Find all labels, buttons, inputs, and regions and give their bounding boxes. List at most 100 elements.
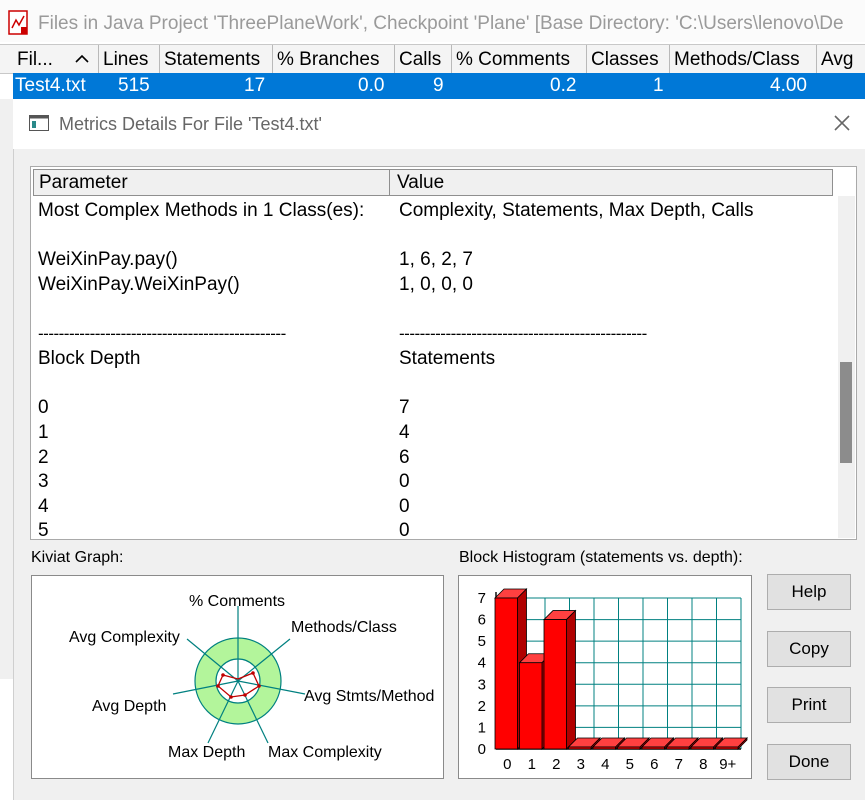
kiviat-axis-label: Max Complexity [268, 744, 382, 761]
histogram-y-tick-label: 4 [478, 655, 486, 672]
histogram-bar [543, 619, 567, 750]
list-item-value: 1, 6, 2, 7 [399, 249, 473, 270]
list-item: 4 [38, 496, 49, 517]
histogram-x-tick-label: 4 [601, 756, 609, 773]
column-header-branches[interactable]: % Branches [273, 45, 395, 73]
cell-comments: 0.2 [550, 75, 577, 96]
histogram-x-tick-label: 2 [552, 756, 560, 773]
kiviat-axis-label: % Comments [189, 593, 286, 610]
histogram-bar [715, 746, 739, 750]
list-item-value: 0 [399, 520, 410, 537]
cell-classes: 1 [653, 75, 664, 96]
histogram-x-tick-label: 8 [699, 756, 707, 773]
list-item-value: Statements [399, 348, 496, 369]
dialog-title-bar: Metrics Details For File 'Test4.txt' [13, 99, 865, 149]
kiviat-axis-label: Avg Depth [92, 698, 167, 715]
kiviat-caption: Kiviat Graph: [31, 549, 124, 566]
file-table-header: Fil... Lines Statements % Branches Calls… [0, 44, 865, 74]
kiviat-axis-label: Avg Stmts/Method [304, 688, 435, 705]
sort-ascending-icon [75, 54, 89, 63]
column-header-comments[interactable]: % Comments [452, 45, 587, 73]
list-item: 1 [38, 422, 49, 443]
histogram-bar [519, 662, 543, 750]
dialog-title: Metrics Details For File 'Test4.txt' [59, 114, 322, 134]
list-item: 0 [38, 397, 49, 418]
histogram-bar [494, 597, 518, 750]
histogram-y-tick-label: 2 [478, 698, 486, 715]
histogram-bar [568, 746, 592, 750]
list-item-value: 1, 0, 0, 0 [399, 274, 473, 295]
done-button[interactable]: Done [767, 744, 851, 780]
cell-file: Test4.txt [15, 75, 86, 96]
list-item-value: 4 [399, 422, 410, 443]
window-edge [0, 99, 13, 679]
list-item-value: Complexity, Statements, Max Depth, Calls [399, 200, 754, 221]
help-button[interactable]: Help [767, 574, 851, 610]
histogram-y-tick-label: 5 [478, 633, 486, 650]
list-item-value: 0 [399, 471, 410, 492]
list-item-value: 6 [399, 447, 410, 468]
kiviat-graph: % Comments Methods/Class Avg Stmts/Metho… [31, 575, 444, 779]
histogram-canvas: 012345670 1 2 3 4 5 6 7 8 9+ [478, 588, 748, 773]
window-title: Files in Java Project 'ThreePlaneWork', … [38, 13, 844, 34]
histogram-y-tick-label: 1 [478, 719, 486, 736]
block-histogram: 0 1 2 3 4 5 6 7 0 1 2 3 4 5 6 7 8 9+ [458, 575, 752, 779]
histogram-y-tick-label: 3 [478, 676, 486, 693]
list-item: 5 [38, 520, 49, 537]
histogram-x-tick-label: 3 [577, 756, 585, 773]
close-icon[interactable] [831, 112, 853, 134]
column-header-statements[interactable]: Statements [160, 45, 273, 73]
column-header-parameter[interactable]: Parameter [33, 169, 390, 195]
histogram-caption: Block Histogram (statements vs. depth): [459, 549, 743, 566]
list-item-value: 7 [399, 397, 410, 418]
histogram-x-tick-label: 5 [626, 756, 634, 773]
table-row[interactable]: Test4.txt 515 17 0.0 9 0.2 1 4.00 [13, 73, 865, 99]
histogram-x-tick-label: 0 [503, 756, 511, 773]
list-item-value: 0 [399, 496, 410, 517]
histogram-bar [617, 746, 641, 750]
scrollbar-thumb[interactable] [840, 362, 852, 463]
list-divider: ----------------------------------------… [38, 324, 286, 343]
window-title-bar: Files in Java Project 'ThreePlaneWork', … [0, 0, 865, 42]
cell-calls: 9 [433, 75, 444, 96]
kiviat-axis-label: Avg Complexity [69, 629, 180, 646]
list-item: WeiXinPay.WeiXinPay() [38, 274, 240, 295]
window-icon [29, 115, 49, 131]
histogram-y-tick-label: 0 [478, 741, 486, 758]
list-item: 3 [38, 471, 49, 492]
kiviat-axis-label: Methods/Class [291, 619, 397, 636]
histogram-bar-side [566, 609, 576, 750]
cell-lines: 515 [118, 75, 150, 96]
histogram-y-tick-label: 6 [478, 612, 486, 629]
kiviat-axis-label: Max Depth [168, 744, 246, 761]
column-header-lines[interactable]: Lines [99, 45, 160, 73]
column-header-label: Fil... [17, 49, 53, 70]
document-chart-icon [8, 10, 28, 35]
list-item: 2 [38, 447, 49, 468]
histogram-bar [592, 746, 616, 750]
cell-methods-class: 4.00 [770, 75, 807, 96]
histogram-bar [641, 746, 665, 750]
column-header-classes[interactable]: Classes [587, 45, 670, 73]
column-header-value[interactable]: Value [390, 169, 833, 195]
column-header-methods-class[interactable]: Methods/Class [670, 45, 817, 73]
list-item: WeiXinPay.pay() [38, 249, 178, 270]
column-header-file[interactable]: Fil... [13, 45, 99, 73]
list-header: Parameter Value [33, 169, 833, 196]
histogram-x-tick-label: 7 [675, 756, 683, 773]
list-item: Most Complex Methods in 1 Class(es): [38, 200, 365, 221]
print-button[interactable]: Print [767, 687, 851, 723]
cell-branches: 0.0 [358, 75, 385, 96]
list-divider-value: ----------------------------------------… [399, 324, 647, 343]
histogram-bar [690, 746, 714, 750]
histogram-x-tick-label: 9+ [719, 756, 736, 773]
column-header-calls[interactable]: Calls [395, 45, 452, 73]
histogram-y-tick-label: 7 [478, 590, 486, 607]
cell-statements: 17 [244, 75, 266, 96]
histogram-bar [666, 746, 690, 750]
list-item: Block Depth [38, 348, 141, 369]
copy-button[interactable]: Copy [767, 631, 851, 667]
column-header-avg[interactable]: Avg [817, 45, 865, 73]
histogram-x-tick-label: 6 [650, 756, 658, 773]
histogram-x-tick-label: 1 [528, 756, 536, 773]
